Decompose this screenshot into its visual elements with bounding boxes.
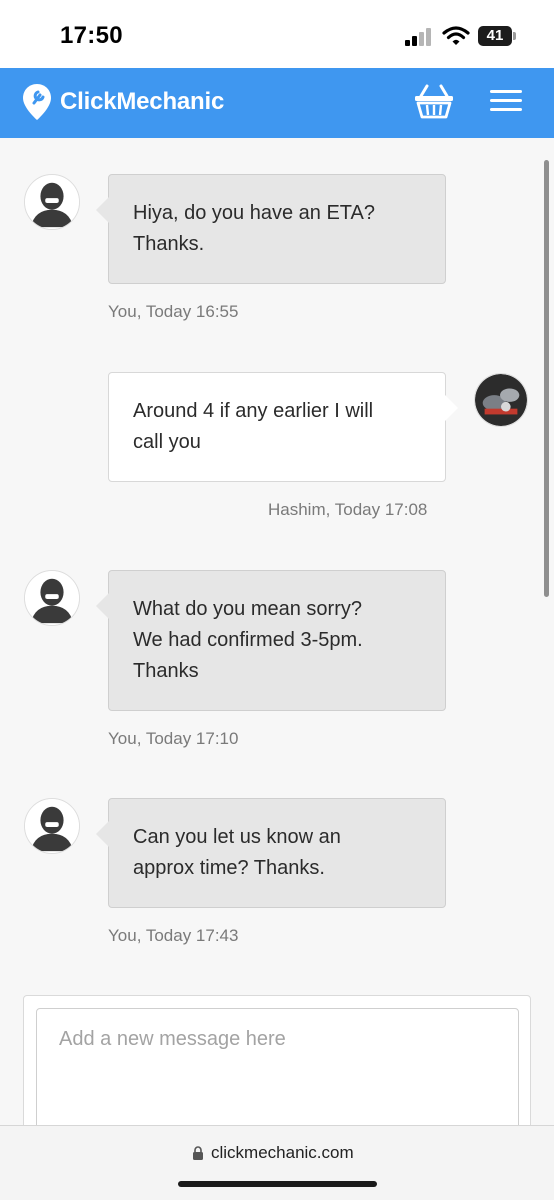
message-bubble: Around 4 if any earlier I will call you xyxy=(108,372,458,482)
message-text: We had confirmed 3-5pm. xyxy=(133,629,363,651)
message-text: Around 4 if any earlier I will xyxy=(133,400,374,422)
browser-url[interactable]: clickmechanic.com xyxy=(211,1143,354,1163)
message-text: call you xyxy=(133,431,201,453)
message-bubble: Can you let us know an approx time? Than… xyxy=(96,798,446,908)
message-meta: Hashim, Today 17:08 xyxy=(268,500,428,519)
message-text: Thanks. xyxy=(133,233,205,255)
page-scrollbar[interactable] xyxy=(544,160,549,597)
user-avatar xyxy=(24,570,80,626)
user-avatar xyxy=(24,798,80,854)
status-bar: 17:50 41 xyxy=(0,0,554,68)
message-meta: You, Today 16:55 xyxy=(108,302,239,321)
message-bubble: What do you mean sorry? We had confirmed… xyxy=(96,570,446,711)
clickmechanic-logo-icon[interactable] xyxy=(22,83,52,121)
message-text: Hiya, do you have an ETA? xyxy=(133,202,375,224)
message-bubble: Hiya, do you have an ETA? Thanks. xyxy=(96,174,446,284)
brand-name[interactable]: ClickMechanic xyxy=(60,88,224,116)
message-text: What do you mean sorry? xyxy=(133,598,362,620)
message-meta: You, Today 17:10 xyxy=(108,729,239,748)
mechanic-avatar xyxy=(474,373,528,427)
message-meta: You, Today 17:43 xyxy=(108,926,239,945)
user-avatar xyxy=(24,174,80,230)
hamburger-menu-icon[interactable] xyxy=(490,90,528,118)
new-message-input[interactable] xyxy=(36,1008,519,1138)
message-text: Thanks xyxy=(133,660,199,682)
cellular-signal-icon xyxy=(405,28,431,46)
status-time: 17:50 xyxy=(60,22,123,49)
battery-icon: 41 xyxy=(478,26,516,46)
wifi-icon xyxy=(442,26,470,45)
basket-icon[interactable] xyxy=(413,82,455,120)
battery-level: 41 xyxy=(486,27,504,44)
message-text: Can you let us know an xyxy=(133,826,341,848)
lock-icon xyxy=(193,1146,203,1160)
home-indicator[interactable] xyxy=(178,1181,377,1187)
message-text: approx time? Thanks. xyxy=(133,857,325,879)
